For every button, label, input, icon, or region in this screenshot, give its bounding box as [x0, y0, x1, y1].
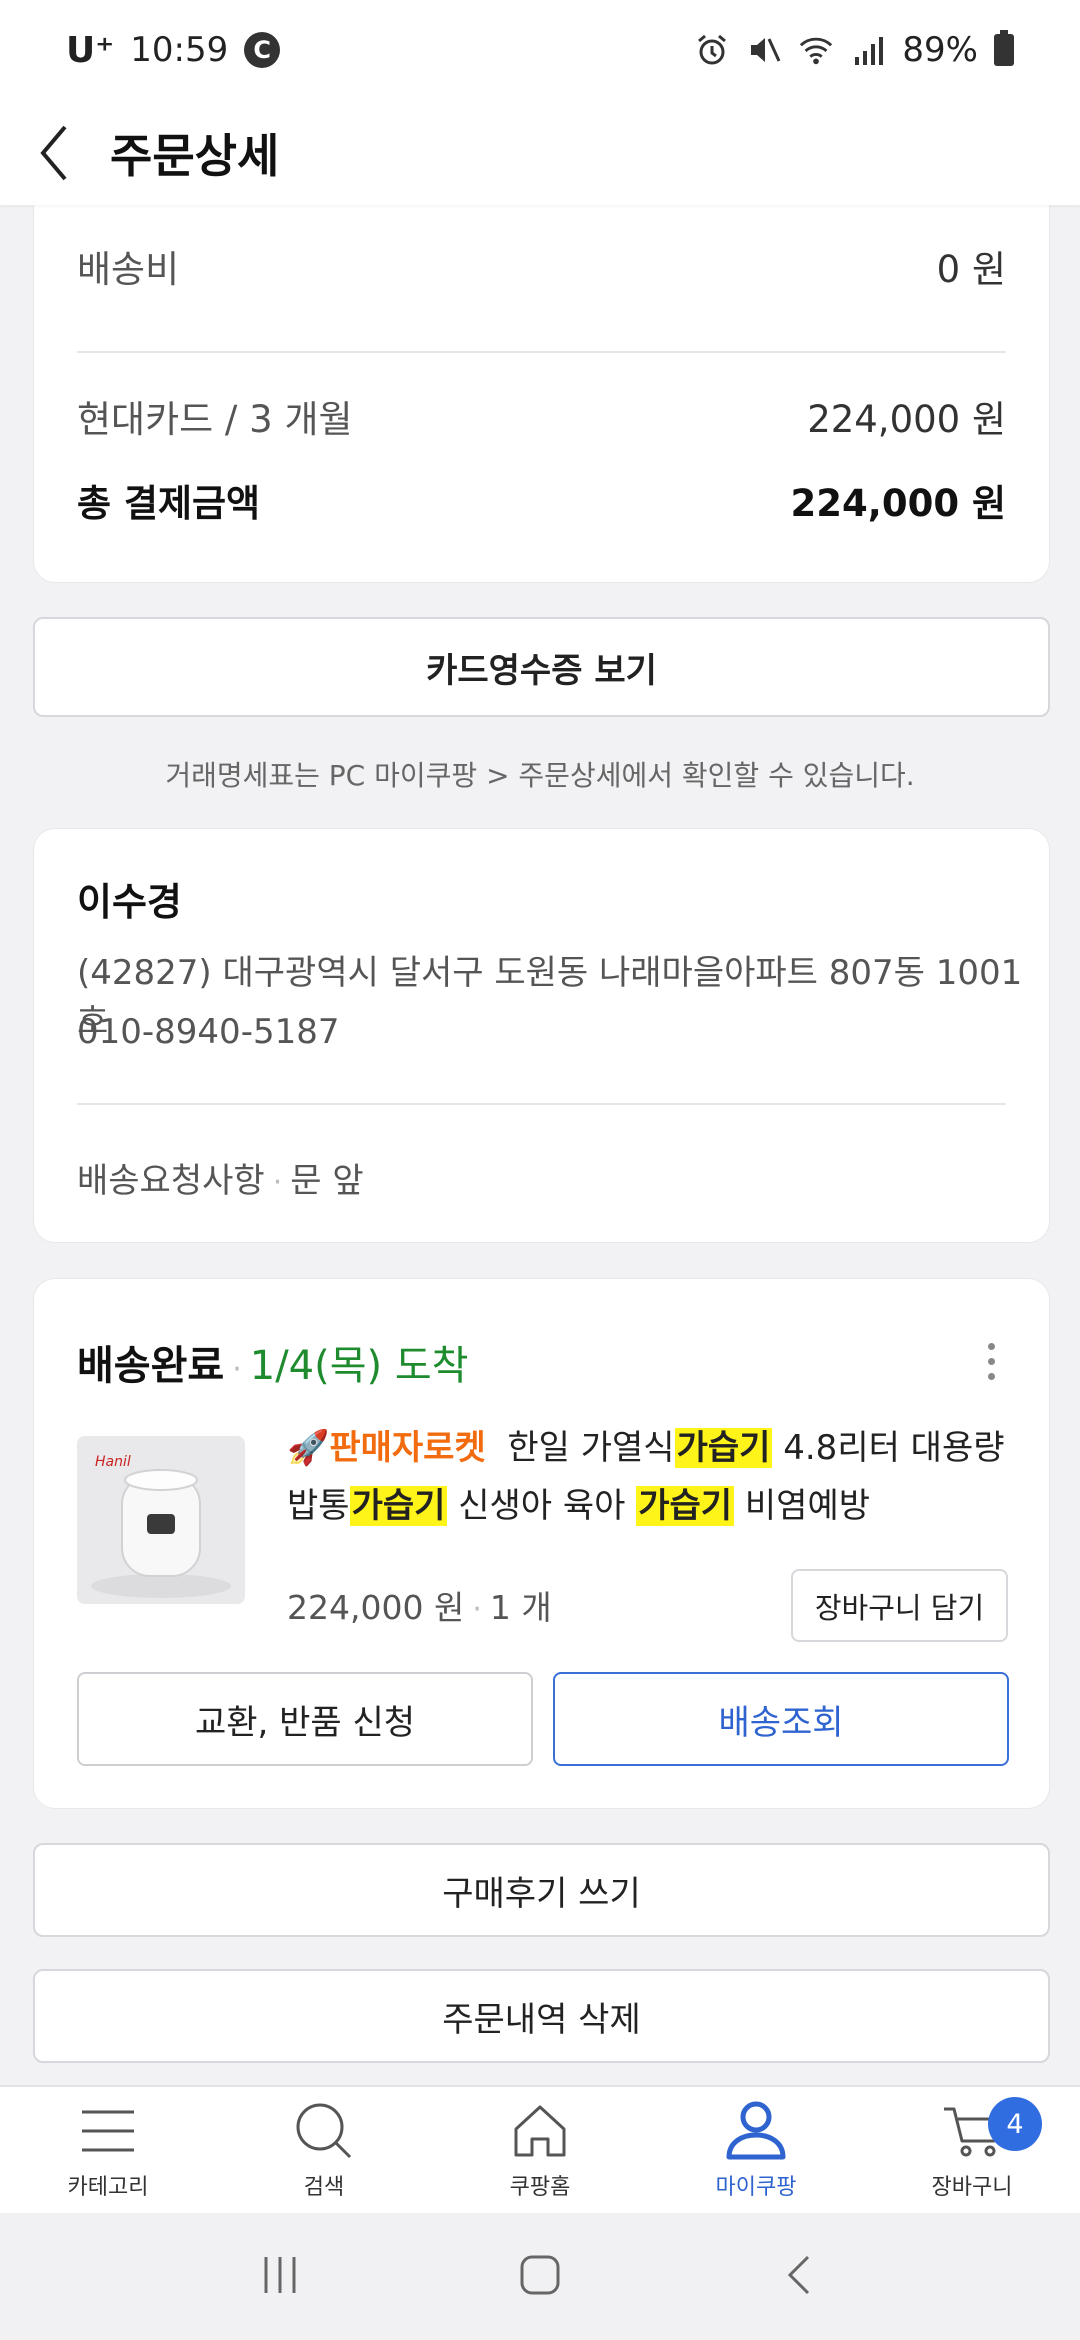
recipient-name: 이수경 [77, 880, 182, 924]
home-button[interactable] [518, 2253, 562, 2301]
delivery-card: 배송완료 · 1/4(목) 도착 Hanil 🚀판매자로켓 한일 가열식가습기 4.… [33, 1278, 1050, 1809]
home-icon [508, 2099, 572, 2163]
card-payment-row: 현대카드 / 3 개월 224,000 원 [77, 389, 1006, 443]
alarm-icon [694, 32, 730, 68]
back-button[interactable] [0, 100, 110, 205]
delivery-date: 1/4(목) 도착 [249, 1343, 469, 1389]
shipping-fee-label: 배송비 [77, 248, 180, 291]
search-icon [292, 2099, 356, 2163]
recent-apps-button[interactable] [258, 2253, 302, 2301]
more-options-icon[interactable] [971, 1331, 1011, 1391]
nav-category[interactable]: 카테고리 [0, 2087, 216, 2213]
seller-rocket-badge: 🚀판매자로켓 [287, 1428, 486, 1468]
nav-label: 마이쿠팡 [715, 2175, 797, 2200]
total-payment-label: 총 결제금액 [77, 482, 261, 525]
app-header: 주문상세 [0, 100, 1080, 205]
humidifier-image: Hanil [77, 1436, 245, 1604]
delivery-status: 배송완료 [77, 1343, 225, 1389]
cart-count-badge: 4 [988, 2097, 1042, 2151]
signal-icon [850, 32, 886, 68]
track-delivery-button[interactable]: 배송조회 [553, 1672, 1009, 1766]
card-payment-label: 현대카드 / 3 개월 [77, 398, 353, 441]
receipt-note: 거래명세표는 PC 마이쿠팡 > 주문상세에서 확인할 수 있습니다. [165, 759, 915, 792]
nav-label: 카테고리 [67, 2175, 149, 2200]
nav-cart[interactable]: 장바구니 4 [864, 2087, 1080, 2213]
nav-label: 쿠팡홈 [509, 2175, 571, 2200]
nav-home[interactable]: 쿠팡홈 [432, 2087, 648, 2213]
product-thumbnail[interactable]: Hanil [77, 1436, 245, 1604]
bottom-nav: 카테고리 검색 쿠팡홈 마이쿠팡 장바구니 4 [0, 2085, 1080, 2213]
write-review-button[interactable]: 구매후기 쓰기 [33, 1843, 1050, 1937]
card-receipt-button[interactable]: 카드영수증 보기 [33, 617, 1050, 717]
payment-card: 배송비 0 원 현대카드 / 3 개월 224,000 원 총 결제금액 224… [33, 150, 1050, 583]
delivery-request: 배송요청사항 · 문 앞 [77, 1153, 364, 1202]
system-back-button[interactable] [778, 2253, 822, 2301]
clock: 10:59 [130, 30, 229, 70]
delete-order-button[interactable]: 주문내역 삭제 [33, 1969, 1050, 2063]
nav-search[interactable]: 검색 [216, 2087, 432, 2213]
nav-label: 장바구니 [931, 2175, 1013, 2200]
card-payment-value: 224,000 원 [807, 398, 1006, 441]
nav-mycoupang[interactable]: 마이쿠팡 [648, 2087, 864, 2213]
user-icon [724, 2099, 788, 2163]
status-right: 89% [694, 30, 1014, 70]
system-nav-bar [0, 2213, 1080, 2340]
battery-icon [994, 30, 1014, 66]
home-square-icon [520, 2255, 560, 2294]
exchange-return-button[interactable]: 교환, 반품 신청 [77, 1672, 533, 1766]
rocket-icon: 🚀 [287, 1428, 330, 1468]
separator-dot: · [232, 1352, 242, 1387]
svg-text:Hanil: Hanil [95, 1454, 131, 1470]
total-payment-value: 224,000 원 [790, 482, 1006, 525]
back-arrow-icon [787, 2255, 810, 2294]
page-title: 주문상세 [110, 128, 280, 183]
delivery-header: 배송완료 · 1/4(목) 도착 [77, 1333, 468, 1391]
recent-apps-icon [264, 2256, 296, 2293]
battery-percent: 89% [902, 30, 978, 70]
recipient-divider [77, 1103, 1006, 1105]
carrier-label: U⁺ [66, 29, 115, 71]
status-bar: U⁺ 10:59 C 89% [0, 0, 1080, 100]
status-left: U⁺ 10:59 C [66, 29, 281, 71]
shipping-fee-value: 0 원 [936, 248, 1006, 291]
wifi-icon [798, 32, 834, 68]
payment-divider [77, 351, 1006, 353]
shipping-fee-row: 배송비 0 원 [77, 239, 1006, 293]
product-title[interactable]: 🚀판매자로켓 한일 가열식가습기 4.8리터 대용량 밥통가습기 신생아 육아 … [287, 1419, 1017, 1535]
separator-dot: · [272, 1165, 283, 1200]
mute-icon [746, 32, 782, 68]
product-price: 224,000 원 · 1 개 [287, 1588, 552, 1627]
menu-icon [76, 2099, 140, 2163]
nav-label: 검색 [303, 2175, 345, 2200]
c-badge-icon: C [244, 32, 281, 68]
total-payment-row: 총 결제금액 224,000 원 [77, 473, 1006, 527]
recipient-card: 이수경 (42827) 대구광역시 달서구 도원동 나래마을아파트 807동 1… [33, 828, 1050, 1243]
chevron-left-icon [40, 125, 67, 180]
delivery-request-value: 문 앞 [290, 1161, 364, 1201]
delivery-request-label: 배송요청사항 [77, 1161, 265, 1201]
recipient-phone: 010-8940-5187 [77, 1012, 340, 1052]
add-to-cart-button[interactable]: 장바구니 담기 [791, 1569, 1008, 1642]
